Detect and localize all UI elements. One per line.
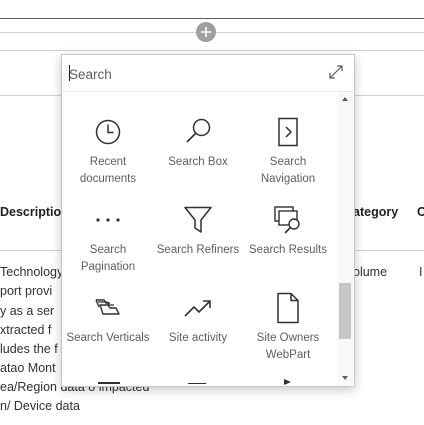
description-line: xtracted f	[0, 323, 52, 337]
tile-label: Search Navigation	[260, 156, 316, 185]
picker-search-row	[62, 55, 354, 91]
document-chevron-icon	[278, 117, 298, 147]
tile-recent-documents[interactable]: Recent documents	[64, 114, 152, 188]
tile-search-navigation[interactable]: Search Navigation	[244, 114, 332, 188]
tile-search-refiners[interactable]: Search Refiners	[154, 202, 242, 259]
category-cell: olume	[353, 265, 388, 279]
tile-search-results[interactable]: Search Results	[244, 202, 332, 259]
trend-icon	[184, 300, 211, 317]
stacked-tabs-icon	[95, 299, 120, 315]
clock-icon	[95, 119, 121, 145]
description-line: Technology	[0, 265, 64, 279]
description-line: y as a ser	[0, 304, 55, 318]
tile-label: Search Verticals	[66, 332, 150, 344]
next-row-icon-partial	[284, 379, 291, 385]
ellipsis-icon	[96, 218, 120, 222]
plus-icon	[201, 27, 211, 37]
text-caret	[69, 65, 70, 81]
scroll-down-arrow-icon[interactable]	[342, 376, 348, 380]
tile-search-verticals[interactable]: Search Verticals	[64, 290, 152, 347]
column-header-category: ategory	[353, 205, 399, 219]
magnifier-icon	[186, 118, 211, 143]
tile-search-box[interactable]: Search Box	[154, 114, 242, 171]
expand-icon[interactable]	[328, 64, 344, 80]
search-input[interactable]	[69, 65, 299, 83]
tile-label: Recent documents	[79, 156, 137, 185]
description-line: n/ Device data	[0, 399, 80, 413]
tile-site-owners-webpart[interactable]: Site Owners WebPart	[244, 290, 332, 364]
tile-label: Site activity	[168, 332, 228, 344]
tile-label: Search Box	[168, 156, 228, 168]
description-line: ludes the f	[0, 342, 58, 356]
column-header-last: C	[417, 205, 424, 219]
webpart-picker: Recent documents Search Box Search Navig…	[61, 54, 355, 387]
scrollbar-thumb[interactable]	[339, 283, 351, 339]
section-line-2	[0, 50, 424, 51]
description-line: port provi	[0, 284, 53, 298]
column-header-description: Descriptio	[0, 205, 62, 219]
tile-label: Search Refiners	[156, 244, 240, 256]
description-line: atao Mont	[0, 361, 56, 375]
search-results-icon	[274, 206, 300, 234]
picker-scrollbar[interactable]	[338, 92, 353, 385]
last-column-cell: I	[419, 265, 423, 279]
tile-site-activity[interactable]: Site activity	[154, 290, 242, 347]
scroll-up-arrow-icon[interactable]	[342, 97, 348, 101]
tile-label: Search Results	[249, 244, 327, 256]
blank-page-icon	[277, 292, 299, 324]
page-top-line	[0, 18, 424, 19]
webpart-grid: Recent documents Search Box Search Navig…	[62, 92, 338, 386]
tile-label: Site Owners WebPart	[256, 332, 320, 361]
next-row-icon-partial	[98, 382, 120, 384]
next-row-icon-partial	[188, 383, 206, 384]
tile-search-pagination[interactable]: Search Pagination	[64, 202, 152, 276]
filter-icon	[184, 206, 212, 233]
tile-label: Search Pagination	[80, 244, 136, 273]
add-webpart-button[interactable]	[196, 22, 216, 42]
